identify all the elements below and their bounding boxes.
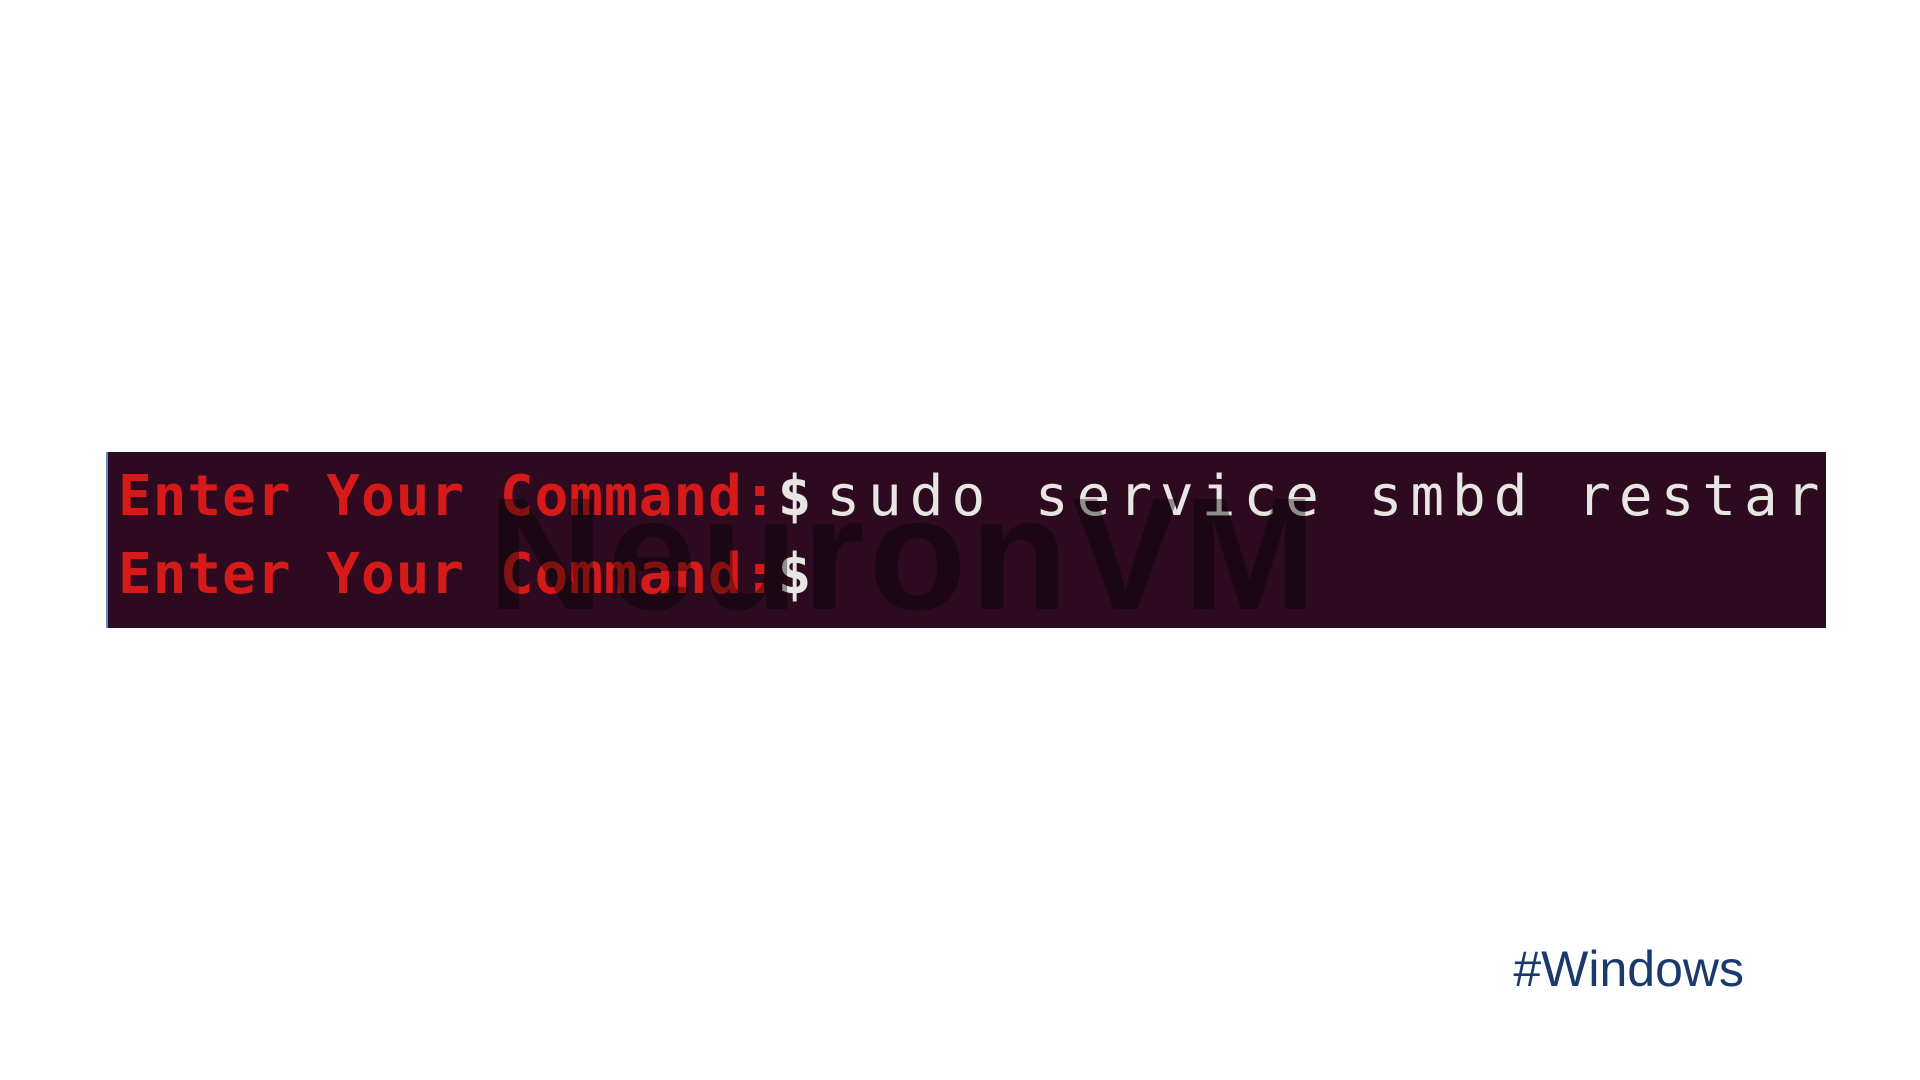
hashtag-label: #Windows (1513, 940, 1744, 998)
prompt-label: Enter Your Command: (118, 542, 778, 607)
terminal-window[interactable]: NeuronVM Enter Your Command:$sudo servic… (106, 452, 1826, 628)
prompt-dollar: $ (778, 464, 813, 529)
prompt-dollar: $ (778, 542, 813, 607)
terminal-line: Enter Your Command:$ (118, 536, 1826, 614)
command-text: sudo service smbd restart (826, 464, 1826, 529)
prompt-label: Enter Your Command: (118, 464, 778, 529)
terminal-line: Enter Your Command:$sudo service smbd re… (118, 458, 1826, 536)
